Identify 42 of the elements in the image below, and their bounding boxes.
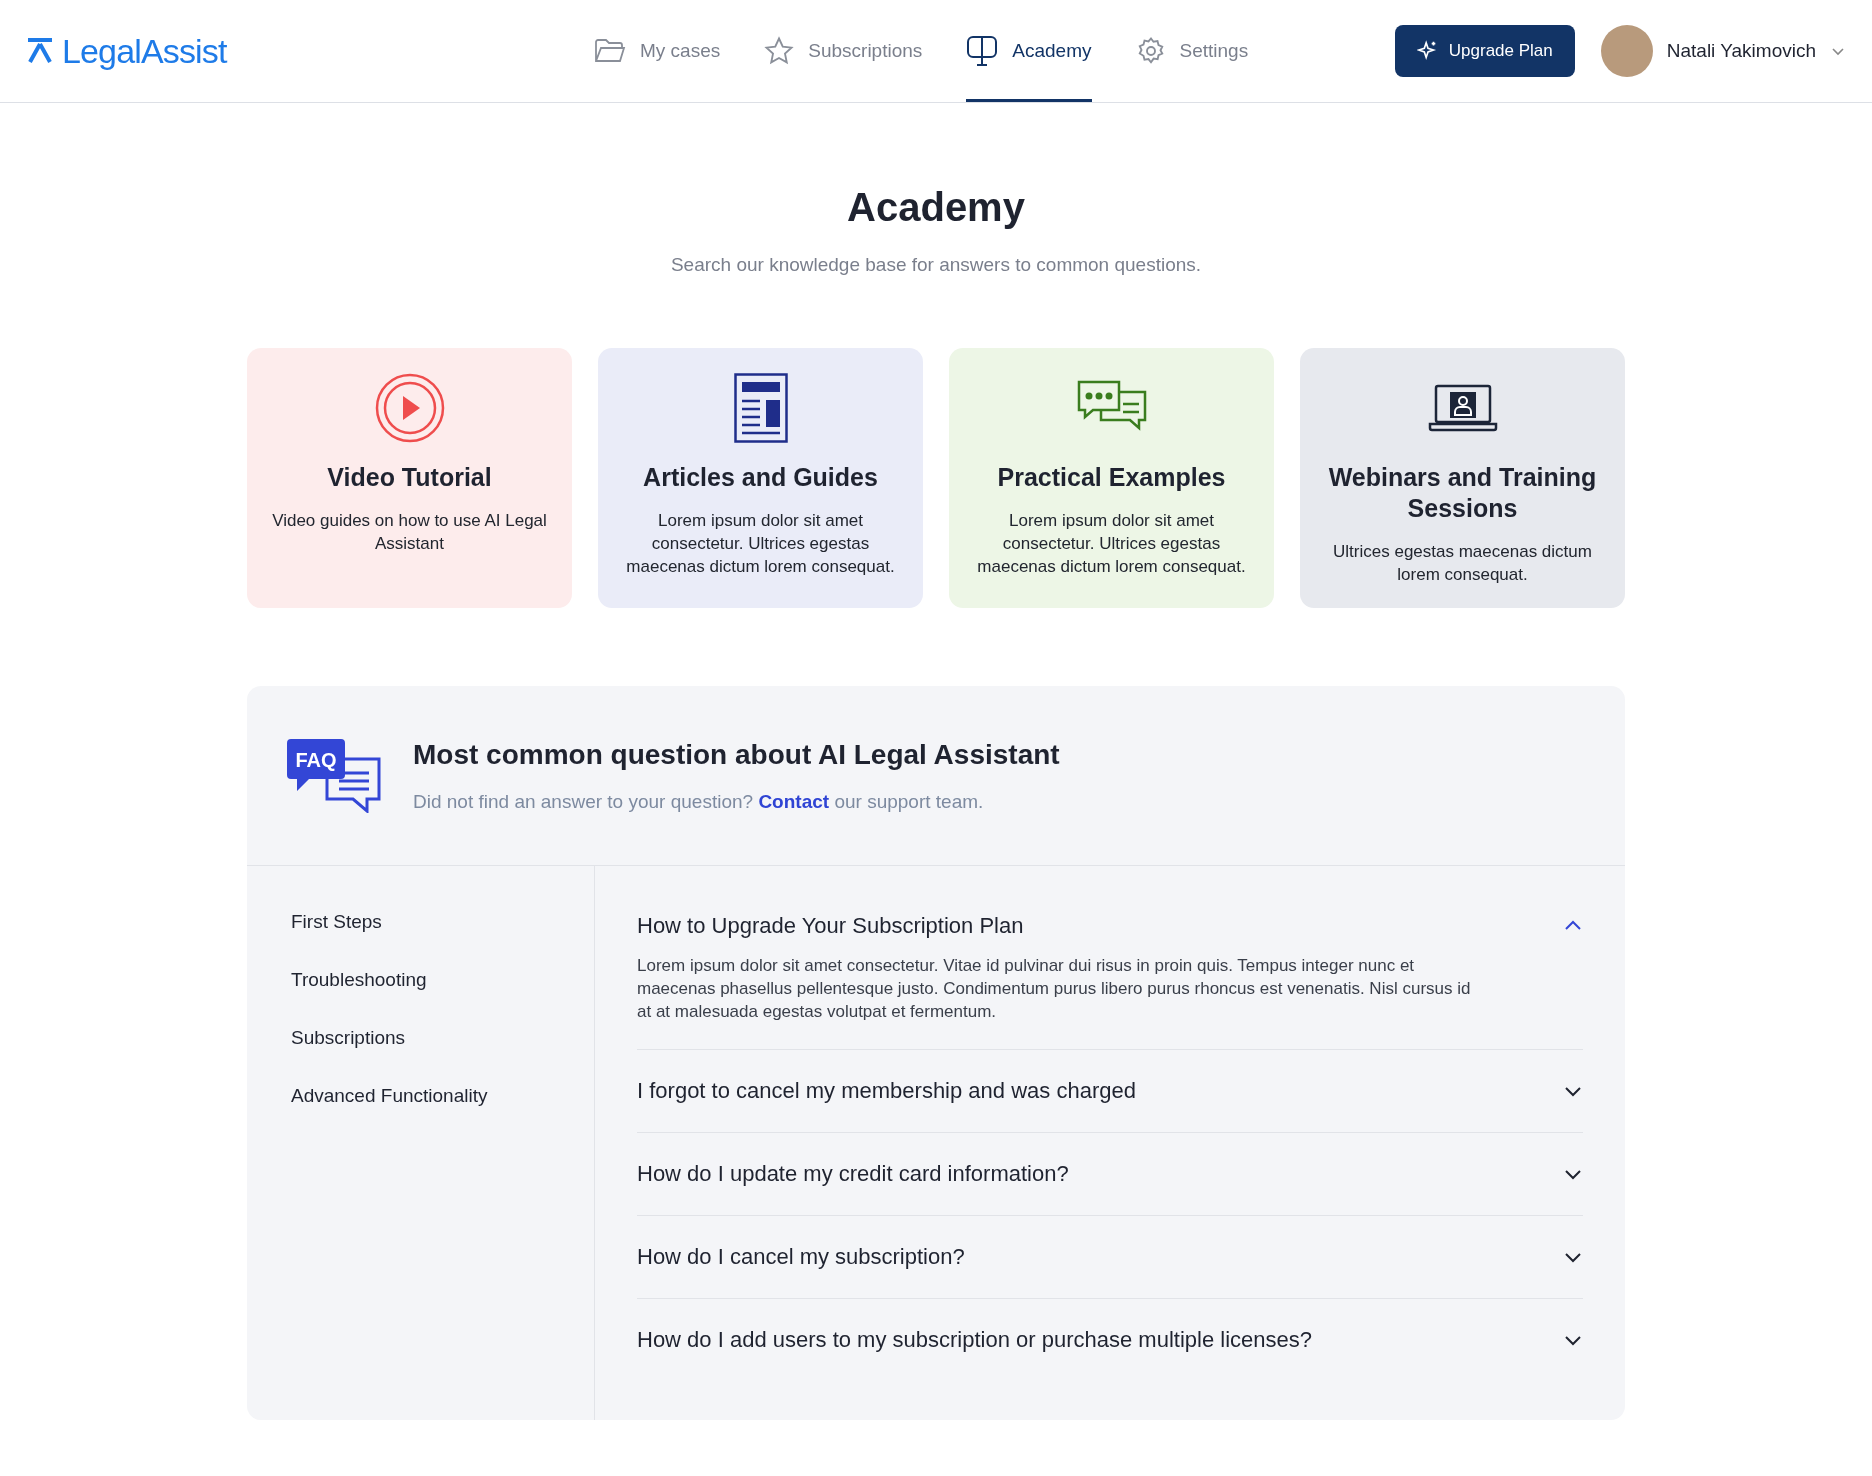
- page-subtitle: Search our knowledge base for answers to common questions.: [670, 253, 1202, 277]
- faq-category[interactable]: Advanced Functionality: [291, 1083, 594, 1108]
- upgrade-plan-button[interactable]: Upgrade Plan: [1394, 25, 1575, 77]
- faq-category[interactable]: Subscriptions: [291, 1025, 594, 1050]
- page-title: Academy: [847, 184, 1025, 231]
- presentation-board-icon: [966, 35, 999, 67]
- play-icon: [374, 372, 445, 443]
- faq-question[interactable]: How do I cancel my subscription?: [637, 1238, 965, 1275]
- card-description: Lorem ipsum dolor sit amet consectetur. Ultrices egestas maecenas dictum lorem consequat.: [976, 509, 1247, 578]
- category-card[interactable]: Video Tutorial Video guides on how to use AI Legal Assistant: [247, 347, 572, 608]
- nav-tab[interactable]: Settings: [1135, 0, 1249, 102]
- faq-question[interactable]: How do I update my credit card information?: [637, 1155, 1069, 1192]
- card-description: Lorem ipsum dolor sit amet consectetur. Ultrices egestas maecenas dictum lorem consequat.: [625, 509, 896, 578]
- faq-title: Most common question about AI Legal Assistant: [413, 737, 1060, 772]
- nav-tab[interactable]: My cases: [594, 0, 721, 102]
- faq-note: Did not find an answer to your question? Contact our support team.: [413, 789, 985, 814]
- document-icon: [733, 372, 788, 443]
- faq-question[interactable]: How to Upgrade Your Subscription Plan: [637, 907, 1024, 944]
- laptop-user-icon: [1427, 383, 1498, 432]
- card-title: Webinars and Training Sessions: [1327, 461, 1598, 524]
- logo-icon: [26, 37, 54, 65]
- faq-question[interactable]: I forgot to cancel my membership and was charged: [637, 1072, 1136, 1109]
- logo[interactable]: LegalAssist: [62, 25, 227, 77]
- category-card[interactable]: Practical Examples Lorem ipsum dolor sit amet consectetur. Ultrices egestas maecenas dictum lorem consequat.: [949, 347, 1274, 608]
- card-title: Practical Examples: [997, 461, 1226, 493]
- card-description: Video guides on how to use AI Legal Assistant: [271, 509, 548, 555]
- nav-tab[interactable]: Subscriptions: [764, 0, 923, 102]
- faq-question[interactable]: How do I add users to my subscription or purchase multiple licenses?: [637, 1321, 1312, 1358]
- category-card[interactable]: Articles and Guides Lorem ipsum dolor sit amet consectetur. Ultrices egestas maecenas dictum lorem consequat.: [598, 347, 923, 608]
- faq-category[interactable]: First Steps: [291, 909, 594, 934]
- contact-link[interactable]: Contact: [758, 790, 830, 812]
- avatar[interactable]: [1600, 25, 1653, 77]
- category-card[interactable]: Webinars and Training Sessions Ultrices egestas maecenas dictum lorem consequat.: [1300, 347, 1625, 608]
- faq-answer: Lorem ipsum dolor sit amet consectetur. Vitae id pulvinar dui risus in proin quis. Tempus integer nunc et maecenas phasellus pellentesque justo. Condimentum purus libero purus rhoncus est venenatis. Nisl cursus id at at malesuada egestas volutpat et fermentum.: [637, 954, 1472, 1023]
- user-name[interactable]: Natali Yakimovich: [1666, 36, 1816, 66]
- star-icon: [764, 36, 795, 66]
- card-description: Ultrices egestas maecenas dictum lorem consequat.: [1332, 540, 1593, 586]
- folder-icon: [594, 37, 626, 65]
- card-title: Video Tutorial: [327, 461, 492, 493]
- card-title: Articles and Guides: [643, 461, 878, 493]
- nav-tab[interactable]: Academy: [966, 0, 1092, 102]
- faq-category[interactable]: Troubleshooting: [291, 967, 594, 992]
